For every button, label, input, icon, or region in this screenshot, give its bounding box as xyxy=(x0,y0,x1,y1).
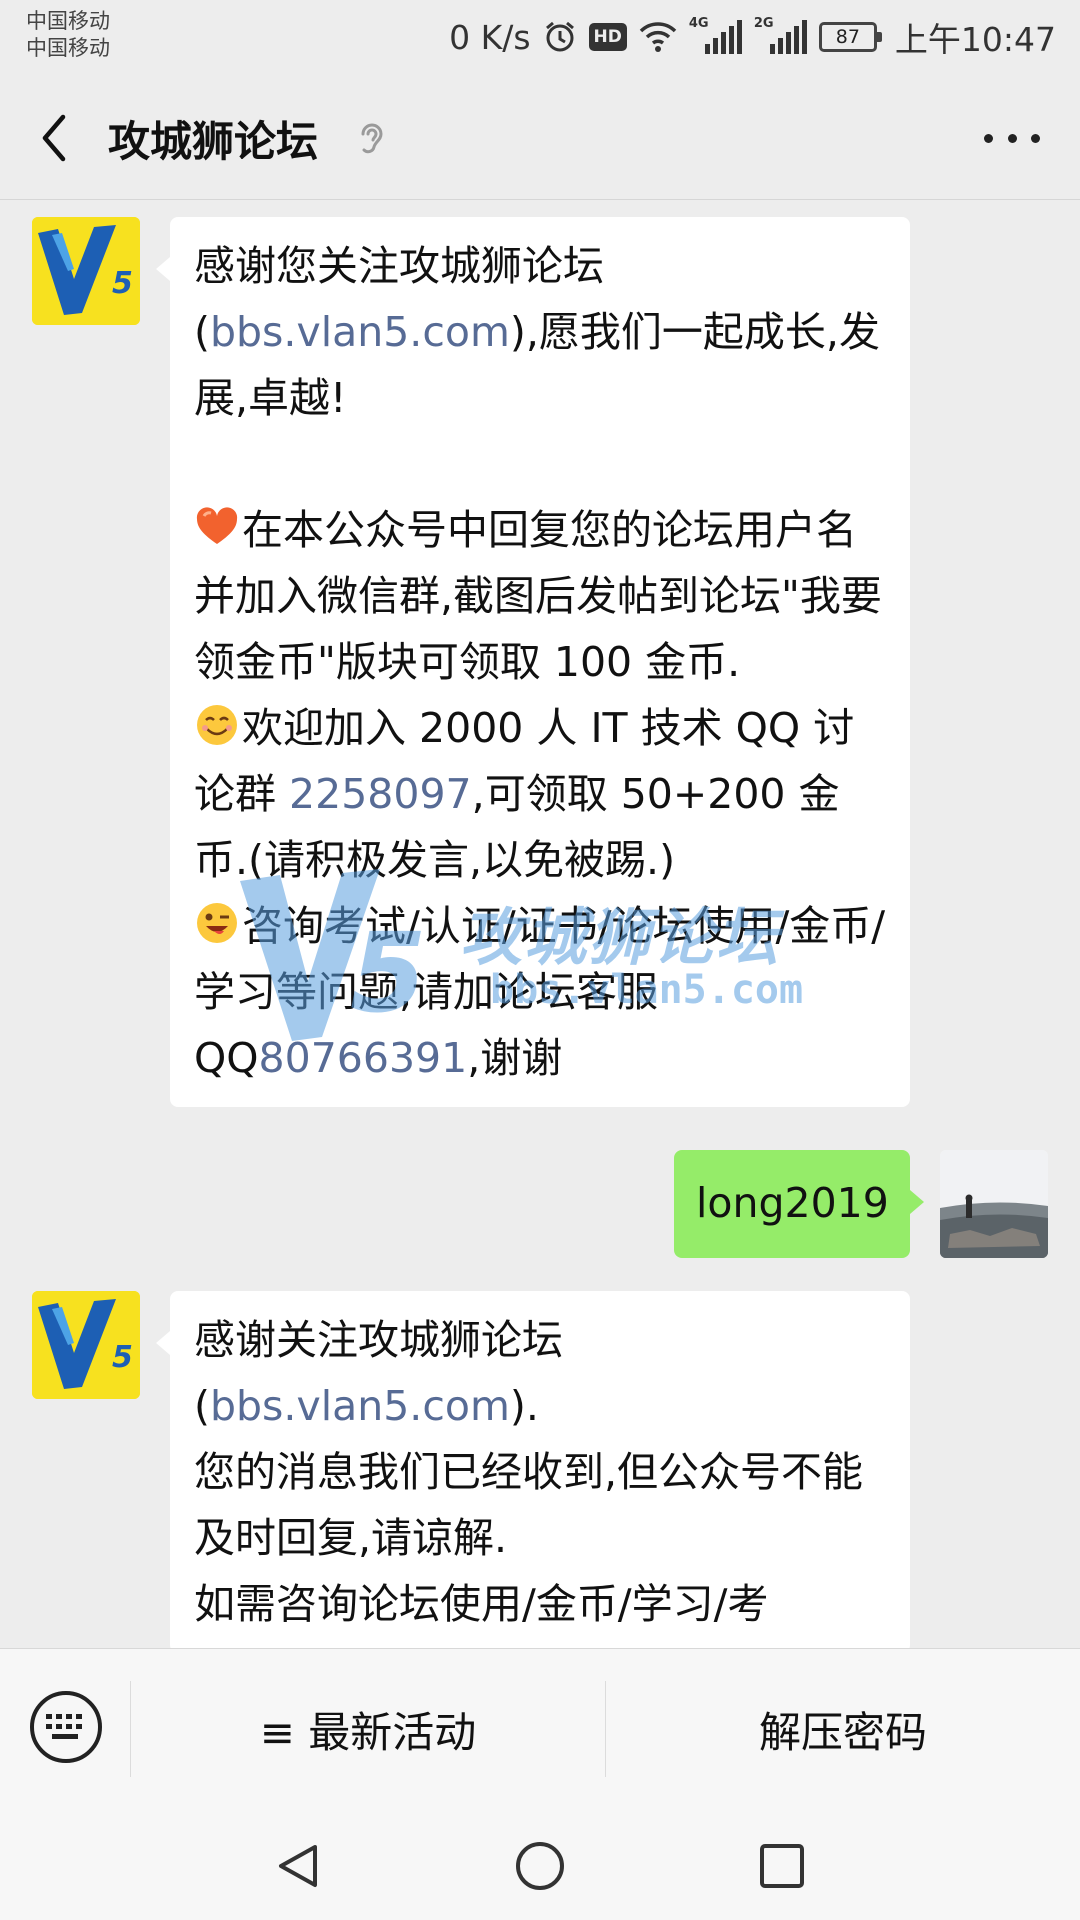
battery-icon: 87 xyxy=(818,22,882,52)
nav-home-icon xyxy=(516,1842,564,1890)
avatar-v5[interactable]: 5 xyxy=(32,1291,140,1399)
svg-text:5: 5 xyxy=(112,266,133,301)
message-paragraph: 在本公众号中回复您的论坛用户名并加入微信群,截图后发帖到论坛"我要领金币"版块可… xyxy=(194,506,882,686)
back-button[interactable] xyxy=(34,110,74,166)
menu-bar: ≡ 最新活动 解压密码 xyxy=(0,1648,1080,1808)
qq-group-link[interactable]: 2258097 xyxy=(289,770,472,818)
keyboard-toggle-button[interactable] xyxy=(30,1691,102,1763)
carrier-2: 中国移动 xyxy=(26,36,110,60)
message-bubble-welcome[interactable]: 感谢您关注攻城狮论坛(bbs.vlan5.com),愿我们一起成长,发展,卓越!… xyxy=(156,217,910,1107)
forum-link[interactable]: bbs.vlan5.com xyxy=(210,308,510,356)
menu-latest-activity[interactable]: ≡ 最新活动 xyxy=(131,1649,605,1809)
net-speed: 0 K/s xyxy=(449,17,531,57)
carrier-1: 中国移动 xyxy=(26,9,110,33)
keyboard-icon xyxy=(46,1714,82,1739)
nav-home-button[interactable] xyxy=(510,1836,570,1896)
forum-link[interactable]: bbs.vlan5.com xyxy=(210,1382,510,1430)
signal-1-icon: 4G xyxy=(689,16,742,54)
menu-unzip-password[interactable]: 解压密码 xyxy=(606,1649,1080,1809)
wifi-icon xyxy=(639,17,677,57)
svg-text:5: 5 xyxy=(112,1340,133,1375)
avatar-v5[interactable]: 5 xyxy=(32,217,140,325)
signal-2-icon: 2G xyxy=(754,16,807,54)
message-paragraph: 如需咨询论坛使用/金币/学习/考 xyxy=(194,1580,769,1628)
more-button[interactable] xyxy=(984,126,1040,150)
message-paragraph: 您的消息我们已经收到,但公众号不能及时回复,请谅解. xyxy=(194,1448,864,1562)
nav-back-icon xyxy=(279,1845,317,1887)
chat-area[interactable]: 5 感谢您关注攻城狮论坛(bbs.vlan5.com),愿我们一起成长,发展,卓… xyxy=(0,201,1080,1648)
more-dots-icon xyxy=(984,133,993,143)
hd-badge: HD xyxy=(588,23,627,51)
status-icons: 0 K/s HD 4G 2G 87 上午10:47 xyxy=(449,14,1056,60)
message-paragraph: 感谢关注攻城狮论坛(bbs.vlan5.com). xyxy=(194,1316,563,1430)
status-bar: 中国移动 中国移动 0 K/s HD 4G 2G 87 上午10:47 xyxy=(0,0,1080,76)
support-qq-link[interactable]: 80766391 xyxy=(259,1034,468,1082)
system-nav-bar xyxy=(0,1808,1080,1920)
message-paragraph: 感谢您关注攻城狮论坛(bbs.vlan5.com),愿我们一起成长,发展,卓越! xyxy=(194,242,880,422)
nav-recents-button[interactable] xyxy=(752,1836,812,1896)
message-bubble-sent[interactable]: long2019 xyxy=(674,1150,924,1258)
page-title: 攻城狮论坛 xyxy=(108,117,319,166)
clock: 上午10:47 xyxy=(894,20,1056,59)
wink-emoji-icon xyxy=(197,903,237,943)
message-paragraph: 咨询考试/认证/证书/论坛使用/金币/学习等问题,请加论坛客服QQ8076639… xyxy=(194,902,886,1082)
avatar-user[interactable] xyxy=(940,1150,1048,1258)
heart-emoji-icon xyxy=(196,507,238,544)
alarm-icon xyxy=(543,17,577,57)
message-paragraph: 欢迎加入 2000 人 IT 技术 QQ 讨论群 2258097,可领取 50+… xyxy=(194,704,855,884)
nav-recents-icon xyxy=(760,1844,804,1888)
message-bubble-auto-reply[interactable]: 感谢关注攻城狮论坛(bbs.vlan5.com). 您的消息我们已经收到,但公众… xyxy=(156,1291,910,1648)
smile-emoji-icon xyxy=(197,705,237,745)
carrier-info: 中国移动 中国移动 xyxy=(26,8,110,62)
ear-icon xyxy=(354,116,388,160)
chat-header: 攻城狮论坛 xyxy=(0,76,1080,200)
back-arrow-icon xyxy=(42,114,66,162)
nav-back-button[interactable] xyxy=(268,1836,328,1896)
